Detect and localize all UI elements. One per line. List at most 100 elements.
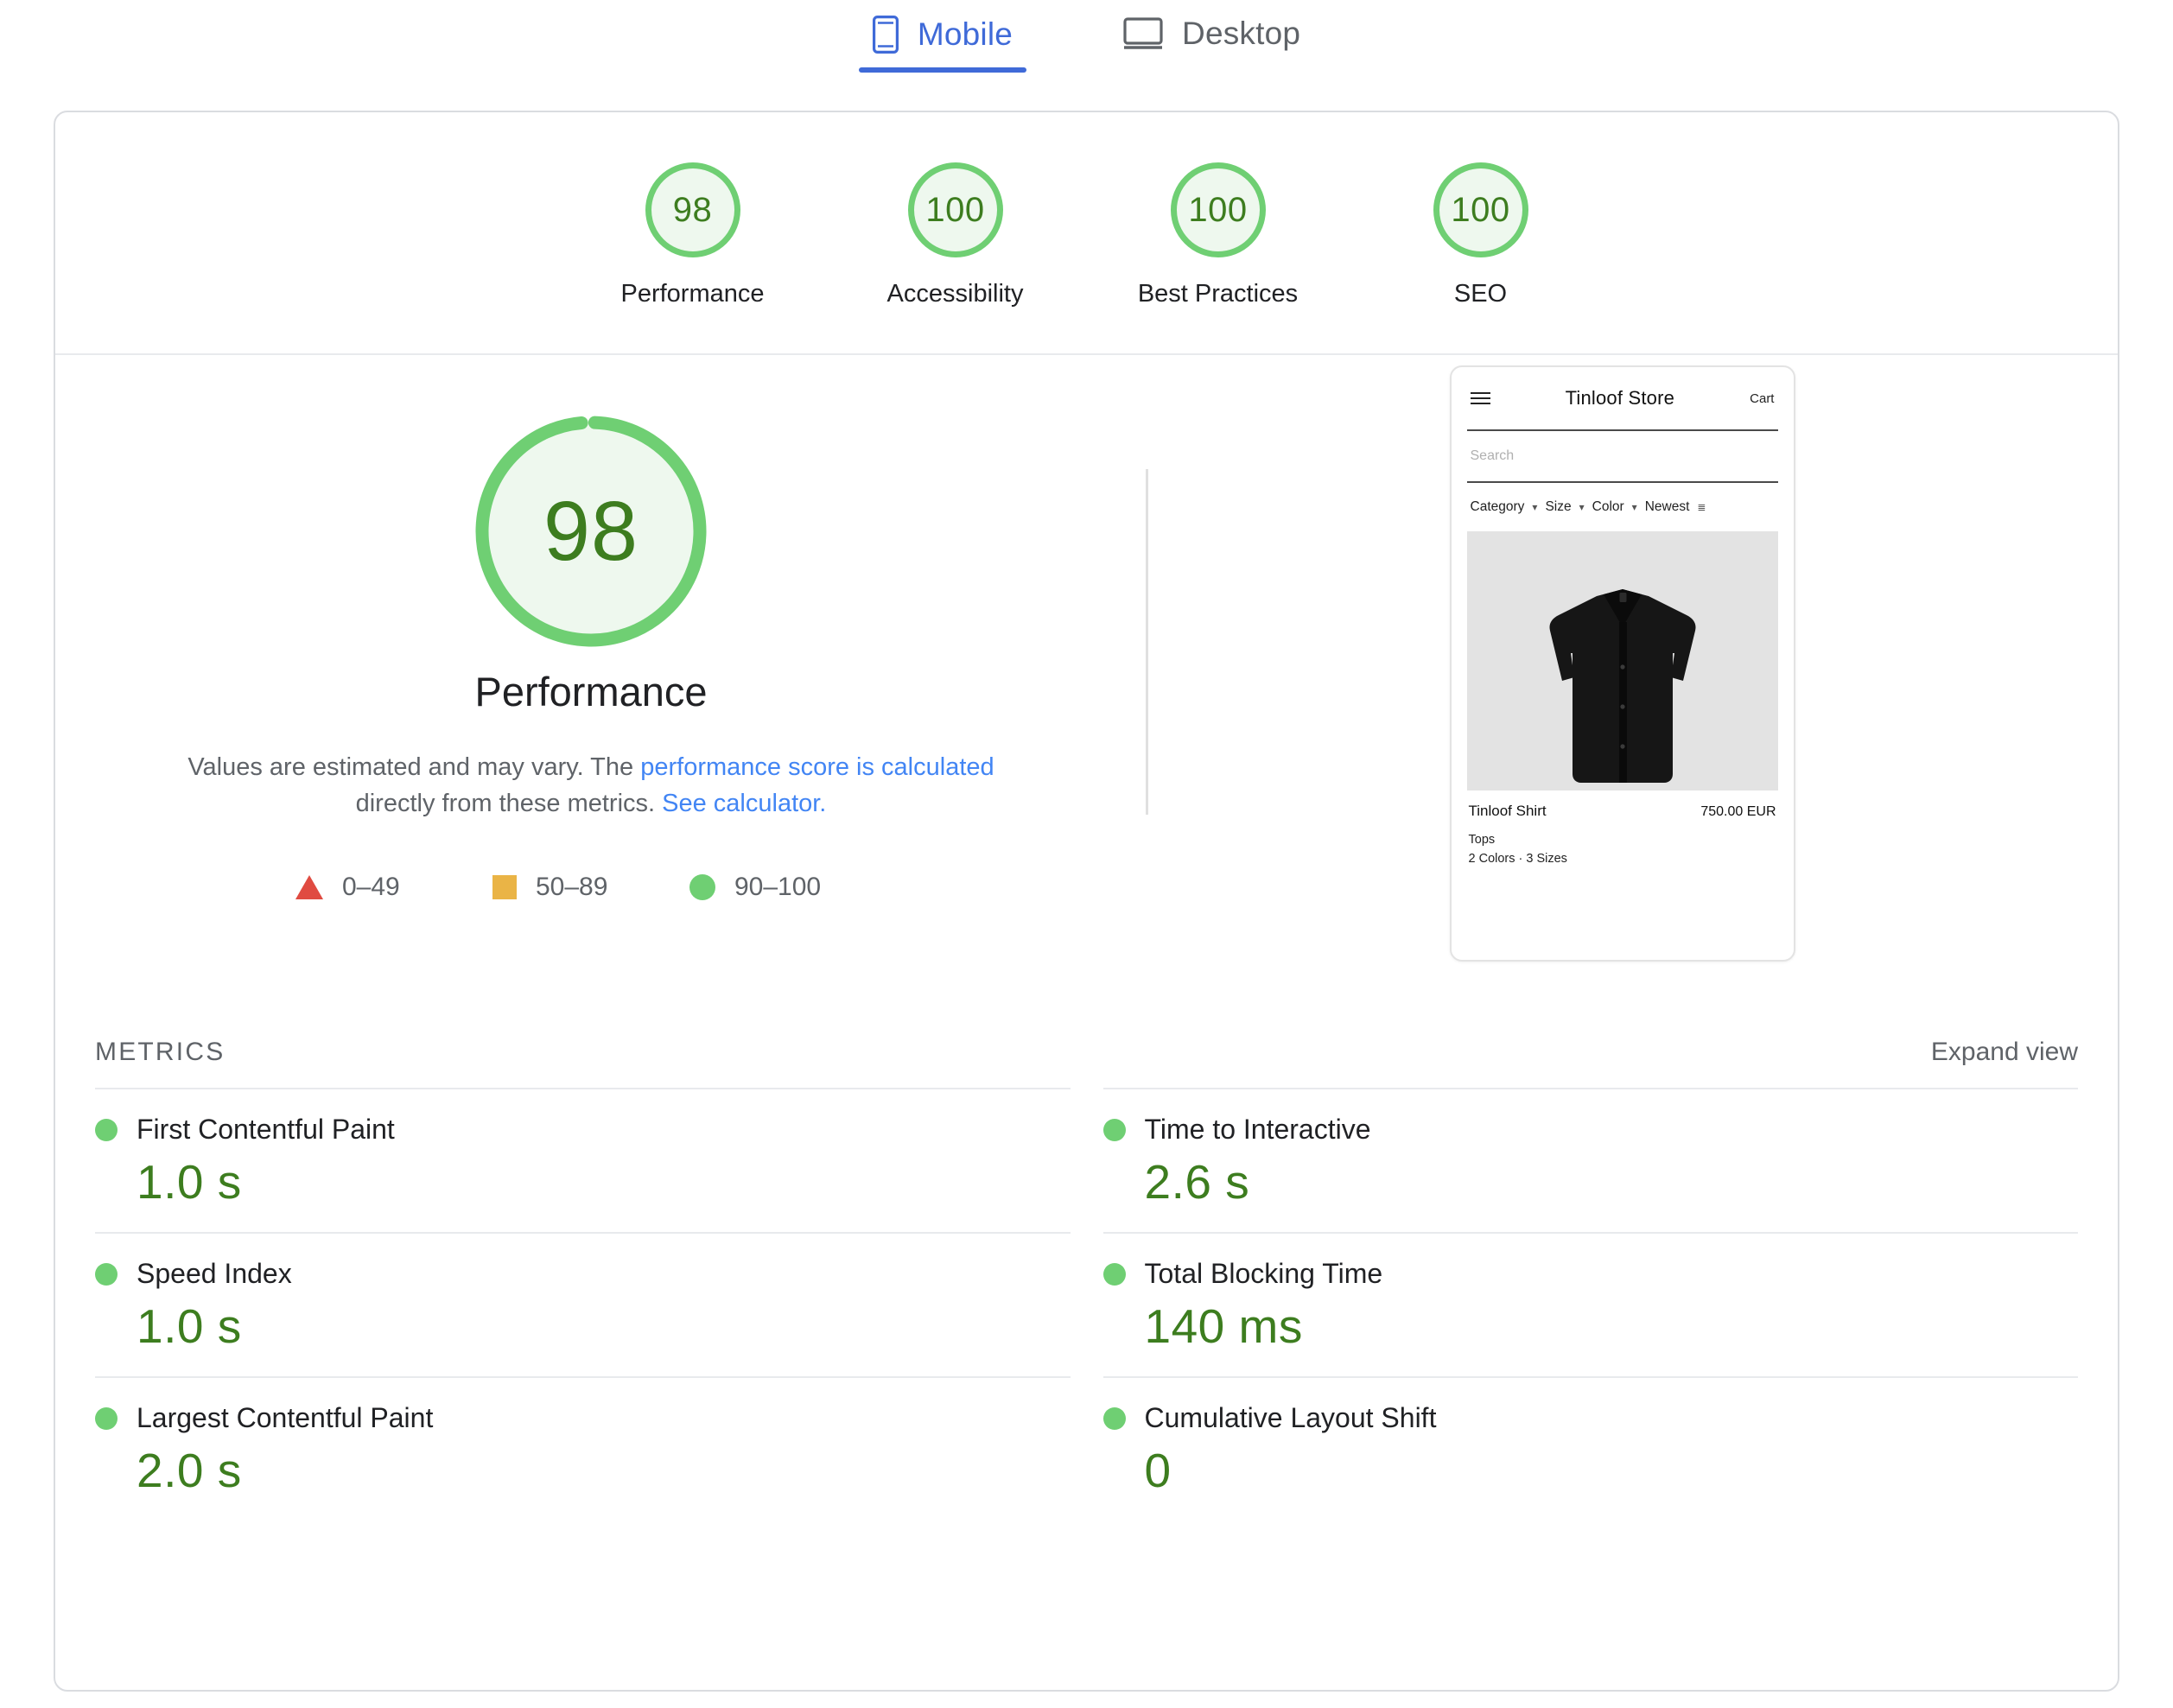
metric-speed-index[interactable]: Speed Index 1.0 s — [95, 1232, 1071, 1376]
gauge-label: Accessibility — [887, 280, 1024, 308]
metric-value: 140 ms — [1103, 1298, 2079, 1354]
category-score-strip: 98 Performance 100 Accessibility 100 Bes… — [55, 112, 2118, 355]
score-legend: 0–49 50–89 90–100 — [295, 873, 886, 902]
metric-value: 1.0 s — [95, 1154, 1071, 1210]
performance-score-column: 98 Performance Values are estimated and … — [55, 355, 1127, 1038]
tab-mobile[interactable]: Mobile — [859, 16, 1026, 73]
gauge-ring: 100 — [1171, 162, 1266, 257]
sort-newest[interactable]: Newest — [1645, 499, 1690, 515]
metric-time-to-interactive[interactable]: Time to Interactive 2.6 s — [1103, 1088, 2079, 1232]
product-name: Tinloof Shirt — [1469, 803, 1547, 820]
metric-label: Time to Interactive — [1145, 1114, 1371, 1146]
page-screenshot-preview[interactable]: Tinloof Store Cart Search Category ▾ Siz… — [1450, 365, 1795, 962]
square-icon — [492, 875, 517, 899]
filter-category[interactable]: Category — [1471, 499, 1525, 515]
legend-item-poor: 0–49 — [295, 873, 492, 902]
metric-value: 0 — [1103, 1443, 2079, 1498]
metric-header: First Contentful Paint — [95, 1114, 1071, 1146]
metric-value: 2.0 s — [95, 1443, 1071, 1498]
search-placeholder: Search — [1471, 448, 1515, 464]
status-good-icon — [1103, 1263, 1126, 1286]
expand-view-button[interactable]: Expand view — [1931, 1038, 2078, 1067]
store-header: Tinloof Store Cart — [1467, 367, 1778, 431]
gauge-score: 100 — [1188, 191, 1247, 230]
product-variants: 2 Colors · 3 Sizes — [1469, 850, 1776, 869]
gauge-ring: 98 — [645, 162, 740, 257]
store-filter-row: Category ▾ Size ▾ Color ▾ Newest ≣ — [1467, 483, 1778, 531]
gauge-ring: 100 — [1433, 162, 1528, 257]
product-row: Tinloof Shirt 750.00 EUR — [1467, 803, 1778, 820]
metric-label: Total Blocking Time — [1145, 1258, 1383, 1290]
gauge-label: Best Practices — [1138, 280, 1298, 308]
description-text-2: directly from these metrics. — [356, 790, 663, 817]
metric-header: Largest Contentful Paint — [95, 1402, 1071, 1434]
metric-header: Total Blocking Time — [1103, 1258, 2079, 1290]
gauge-label: Performance — [620, 280, 764, 308]
legend-item-good: 90–100 — [689, 873, 886, 902]
see-calculator-link[interactable]: See calculator. — [662, 790, 826, 817]
metric-header: Cumulative Layout Shift — [1103, 1402, 2079, 1434]
gauge-score: 100 — [925, 191, 984, 230]
metric-header: Time to Interactive — [1103, 1114, 2079, 1146]
desktop-icon — [1123, 16, 1163, 51]
gauge-score: 98 — [673, 191, 713, 230]
tab-mobile-label: Mobile — [918, 16, 1013, 53]
performance-score-link[interactable]: performance score is calculated — [640, 753, 994, 781]
category-gauge-best-practices[interactable]: 100 Best Practices — [1087, 162, 1350, 308]
product-meta: Tops 2 Colors · 3 Sizes — [1467, 831, 1778, 869]
metric-largest-contentful-paint[interactable]: Largest Contentful Paint 2.0 s — [95, 1376, 1071, 1521]
category-gauge-performance[interactable]: 98 Performance — [562, 162, 824, 308]
filter-size[interactable]: Size — [1545, 499, 1571, 515]
filmstrip-column: Tinloof Store Cart Search Category ▾ Siz… — [1127, 355, 2118, 1038]
metric-total-blocking-time[interactable]: Total Blocking Time 140 ms — [1103, 1232, 2079, 1376]
legend-label: 50–89 — [536, 873, 607, 902]
performance-description: Values are estimated and may vary. The p… — [155, 750, 1027, 822]
metric-value: 2.6 s — [1103, 1154, 2079, 1210]
status-good-icon — [95, 1263, 118, 1286]
report-card: 98 Performance 100 Accessibility 100 Bes… — [54, 111, 2119, 1692]
product-price: 750.00 EUR — [1700, 804, 1776, 820]
metric-cumulative-layout-shift[interactable]: Cumulative Layout Shift 0 — [1103, 1376, 2079, 1521]
metric-label: Largest Contentful Paint — [137, 1402, 433, 1434]
store-title: Tinloof Store — [1566, 387, 1675, 410]
category-gauge-seo[interactable]: 100 SEO — [1350, 162, 1612, 308]
product-image — [1467, 531, 1778, 791]
filter-color[interactable]: Color — [1592, 499, 1624, 515]
legend-item-average: 50–89 — [492, 873, 689, 902]
mobile-icon — [873, 16, 899, 54]
gauge-ring: 100 — [908, 162, 1003, 257]
metric-header: Speed Index — [95, 1258, 1071, 1290]
triangle-icon — [295, 875, 323, 899]
cart-link[interactable]: Cart — [1750, 391, 1774, 406]
legend-label: 0–49 — [342, 873, 400, 902]
device-tab-bar: Mobile Desktop — [0, 0, 2173, 111]
vertical-divider — [1146, 469, 1148, 815]
metric-label: Cumulative Layout Shift — [1145, 1402, 1437, 1434]
performance-summary-row: 98 Performance Values are estimated and … — [55, 355, 2118, 1038]
gauge-label: SEO — [1454, 280, 1507, 308]
status-good-icon — [1103, 1119, 1126, 1141]
performance-score-value: 98 — [543, 483, 639, 580]
circle-icon — [689, 874, 715, 900]
tab-desktop[interactable]: Desktop — [1109, 16, 1314, 71]
performance-gauge: 98 — [482, 422, 700, 640]
tab-desktop-label: Desktop — [1182, 16, 1300, 52]
chevron-down-icon: ▾ — [1579, 501, 1585, 513]
product-category: Tops — [1469, 831, 1776, 850]
metric-label: First Contentful Paint — [137, 1114, 395, 1146]
legend-label: 90–100 — [734, 873, 821, 902]
description-text-1: Values are estimated and may vary. The — [187, 753, 640, 781]
store-search-field[interactable]: Search — [1467, 431, 1778, 483]
metrics-header: METRICS Expand view — [55, 1038, 2118, 1088]
gauge-score: 100 — [1451, 191, 1509, 230]
category-gauge-accessibility[interactable]: 100 Accessibility — [824, 162, 1087, 308]
performance-title: Performance — [474, 668, 707, 715]
metric-value: 1.0 s — [95, 1298, 1071, 1354]
chevron-down-icon: ▾ — [1632, 501, 1637, 513]
status-good-icon — [95, 1407, 118, 1430]
status-good-icon — [95, 1119, 118, 1141]
sort-filter-icon: ≣ — [1697, 501, 1706, 513]
metrics-grid: First Contentful Paint 1.0 s Time to Int… — [55, 1088, 2118, 1521]
metric-first-contentful-paint[interactable]: First Contentful Paint 1.0 s — [95, 1088, 1071, 1232]
hamburger-menu-icon[interactable] — [1471, 392, 1490, 404]
